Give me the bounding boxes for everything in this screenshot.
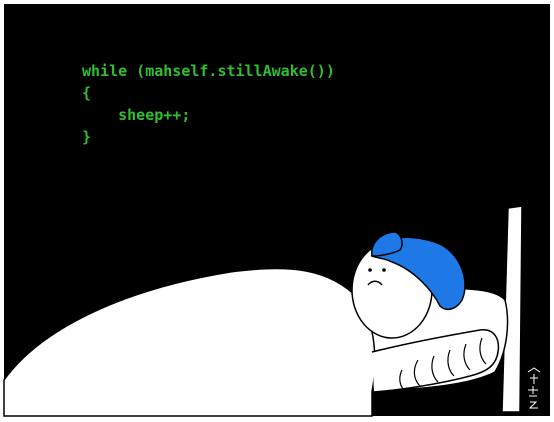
code-line-while: while (mahself.stillAwake()): [82, 62, 335, 80]
left-eye: [368, 268, 372, 272]
code-snippet: while (mahself.stillAwake()) { sheep++;}: [82, 60, 335, 148]
code-line-open-brace: {: [82, 84, 92, 102]
code-line-close-brace: }: [82, 128, 92, 146]
right-eye: [382, 268, 386, 272]
code-line-sheep-increment: sheep++;: [82, 106, 191, 124]
